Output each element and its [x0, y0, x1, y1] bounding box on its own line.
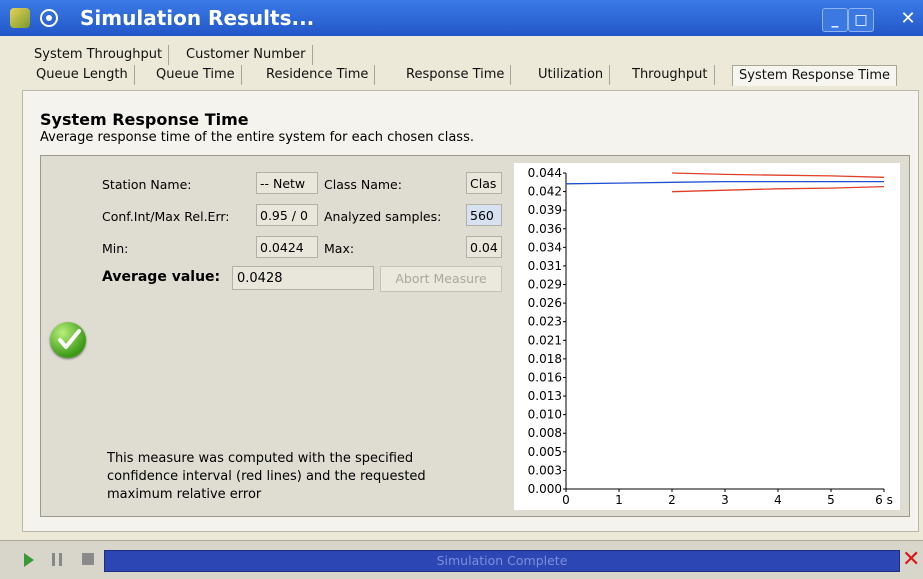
y-tick-label: 0.010 [528, 408, 562, 422]
check-icon [50, 322, 86, 358]
response-time-chart: 0.044 0.042 0.039 0.036 0.034 0.031 0.029 0.026… [514, 163, 900, 510]
section-title: System Response Time [40, 110, 249, 129]
tab-system-throughput[interactable]: System Throughput [28, 45, 170, 65]
pause-icon[interactable] [52, 553, 62, 566]
y-tick-label: 0.018 [528, 352, 562, 366]
series-line-2 [671, 185, 885, 193]
station-name-field[interactable]: -- Netw [256, 172, 318, 194]
y-tick-label: 0.003 [528, 463, 562, 477]
class-name-field[interactable]: Clas [466, 172, 502, 194]
stop-simulation-icon[interactable]: ✕ [902, 547, 920, 572]
y-tick-label: 0.029 [528, 278, 562, 292]
status-bar: Simulation Complete ✕ [0, 540, 923, 579]
stop-icon[interactable] [82, 553, 94, 565]
x-tick-label: 1 [615, 493, 623, 507]
tab-customer-number[interactable]: Customer Number [180, 45, 313, 65]
simulation-progress-bar: Simulation Complete [104, 550, 900, 572]
tab-response-time[interactable]: Response Time [400, 65, 512, 85]
title-bar: Simulation Results... _ □ ✕ [0, 0, 923, 36]
conf-interval-label: Conf.Int/Max Rel.Err: [102, 209, 230, 224]
app-icon [10, 8, 30, 28]
y-tick-label: 0.013 [528, 389, 562, 403]
series-line-1 [671, 172, 885, 178]
x-tick-label: 4 [774, 493, 782, 507]
tab-throughput[interactable]: Throughput [626, 65, 715, 85]
window-menu-icon[interactable] [40, 9, 58, 27]
y-tick-label: 0.036 [528, 222, 562, 236]
analyzed-samples-label: Analyzed samples: [324, 209, 442, 224]
min-field[interactable]: 0.0424 [256, 236, 318, 258]
series-line-0 [565, 180, 884, 185]
tab-system-response-time[interactable]: System Response Time [732, 65, 897, 86]
tab-residence-time[interactable]: Residence Time [260, 65, 376, 85]
y-tick-label: 0.000 [528, 482, 562, 496]
tab-queue-length[interactable]: Queue Length [30, 65, 135, 85]
average-value-label: Average value: [102, 269, 221, 285]
close-window-button[interactable]: ✕ [896, 8, 920, 30]
abort-measure-button[interactable]: Abort Measure [380, 266, 502, 292]
y-tick-label: 0.034 [528, 240, 562, 254]
maximize-button[interactable]: □ [848, 8, 874, 32]
x-tick-label: 3 [721, 493, 729, 507]
y-tick-label: 0.042 [528, 185, 562, 199]
y-tick-label: 0.008 [528, 426, 562, 440]
section-description: Average response time of the entire syst… [40, 130, 474, 145]
conf-interval-field[interactable]: 0.95 / 0 [256, 204, 318, 226]
station-name-label: Station Name: [102, 177, 192, 192]
y-tick-label: 0.005 [528, 445, 562, 459]
max-field[interactable]: 0.04 [466, 236, 502, 258]
measure-note: This measure was computed with the speci… [107, 451, 426, 502]
x-tick-label: 0 [562, 493, 570, 507]
window-title: Simulation Results... [80, 6, 315, 30]
analyzed-samples-field[interactable]: 560 [466, 204, 502, 226]
average-value-field[interactable]: 0.0428 [232, 266, 374, 290]
class-name-label: Class Name: [324, 177, 402, 192]
y-tick-label: 0.044 [528, 166, 562, 180]
min-label: Min: [102, 241, 129, 256]
minimize-button[interactable]: _ [822, 8, 848, 32]
x-tick-label: 2 [668, 493, 676, 507]
tab-utilization[interactable]: Utilization [532, 65, 611, 85]
x-tick-label: 5 [827, 493, 835, 507]
y-tick-label: 0.016 [528, 370, 562, 384]
y-tick-label: 0.023 [528, 315, 562, 329]
play-icon[interactable] [24, 553, 34, 567]
x-tick-label: 6 s [875, 493, 893, 507]
y-tick-label: 0.026 [528, 296, 562, 310]
y-tick-label: 0.021 [528, 333, 562, 347]
y-tick-label: 0.039 [528, 203, 562, 217]
y-tick-label: 0.031 [528, 259, 562, 273]
tab-queue-time[interactable]: Queue Time [150, 65, 242, 85]
max-label: Max: [324, 241, 355, 256]
